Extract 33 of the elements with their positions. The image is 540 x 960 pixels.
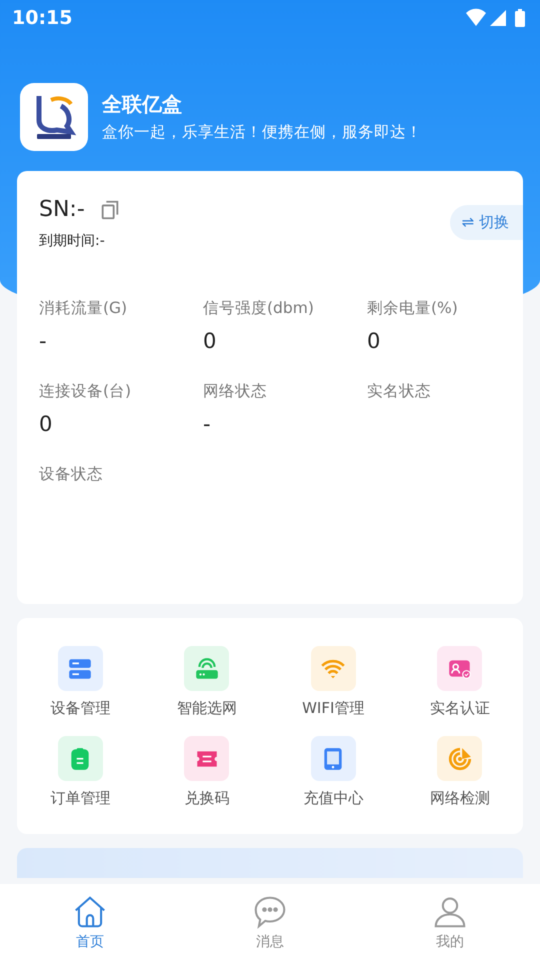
signal-icon xyxy=(490,10,506,26)
menu-item[interactable]: 兑换码 xyxy=(144,736,270,808)
wifi-icon xyxy=(466,8,486,26)
stat-value: 0 xyxy=(203,329,216,353)
switch-button[interactable]: ⇌ 切换 xyxy=(450,205,523,240)
menu-item[interactable]: 网络检测 xyxy=(396,736,523,808)
app-logo xyxy=(20,83,88,151)
status-time: 10:15 xyxy=(12,7,72,29)
battery-icon xyxy=(515,9,525,27)
stat-label: 连接设备(台) xyxy=(39,381,132,402)
stat-label: 设备状态 xyxy=(39,464,104,485)
nav-tab[interactable]: 我的 xyxy=(360,884,540,960)
stat-value: 0 xyxy=(367,329,380,353)
app-slogan: 盒你一起，乐享生活！便携在侧，服务即达！ xyxy=(102,122,422,143)
nav-tab[interactable]: 消息 xyxy=(180,884,360,960)
menu-item[interactable]: 智能选网 xyxy=(144,646,270,718)
expiry-date: 到期时间:- xyxy=(39,232,106,250)
menu-item[interactable]: 设备管理 xyxy=(17,646,144,718)
stat-value: - xyxy=(203,412,211,436)
menu-item[interactable]: 订单管理 xyxy=(17,736,144,808)
app-name: 全联亿盒 xyxy=(102,91,183,118)
stat-value: 0 xyxy=(39,412,52,436)
stat-label: 消耗流量(G) xyxy=(39,298,128,319)
menu-item[interactable]: 实名认证 xyxy=(396,646,523,718)
stat-value: - xyxy=(39,329,47,353)
menu-item[interactable]: WIFI管理 xyxy=(270,646,396,718)
serial-number: SN:- xyxy=(39,197,85,222)
stat-label: 剩余电量(%) xyxy=(367,298,459,319)
stat-label: 信号强度(dbm) xyxy=(203,298,315,319)
nav-tab[interactable]: 首页 xyxy=(0,884,180,960)
stat-label: 实名状态 xyxy=(367,381,432,402)
stat-label: 网络状态 xyxy=(203,381,268,402)
menu-item[interactable]: 充值中心 xyxy=(270,736,396,808)
